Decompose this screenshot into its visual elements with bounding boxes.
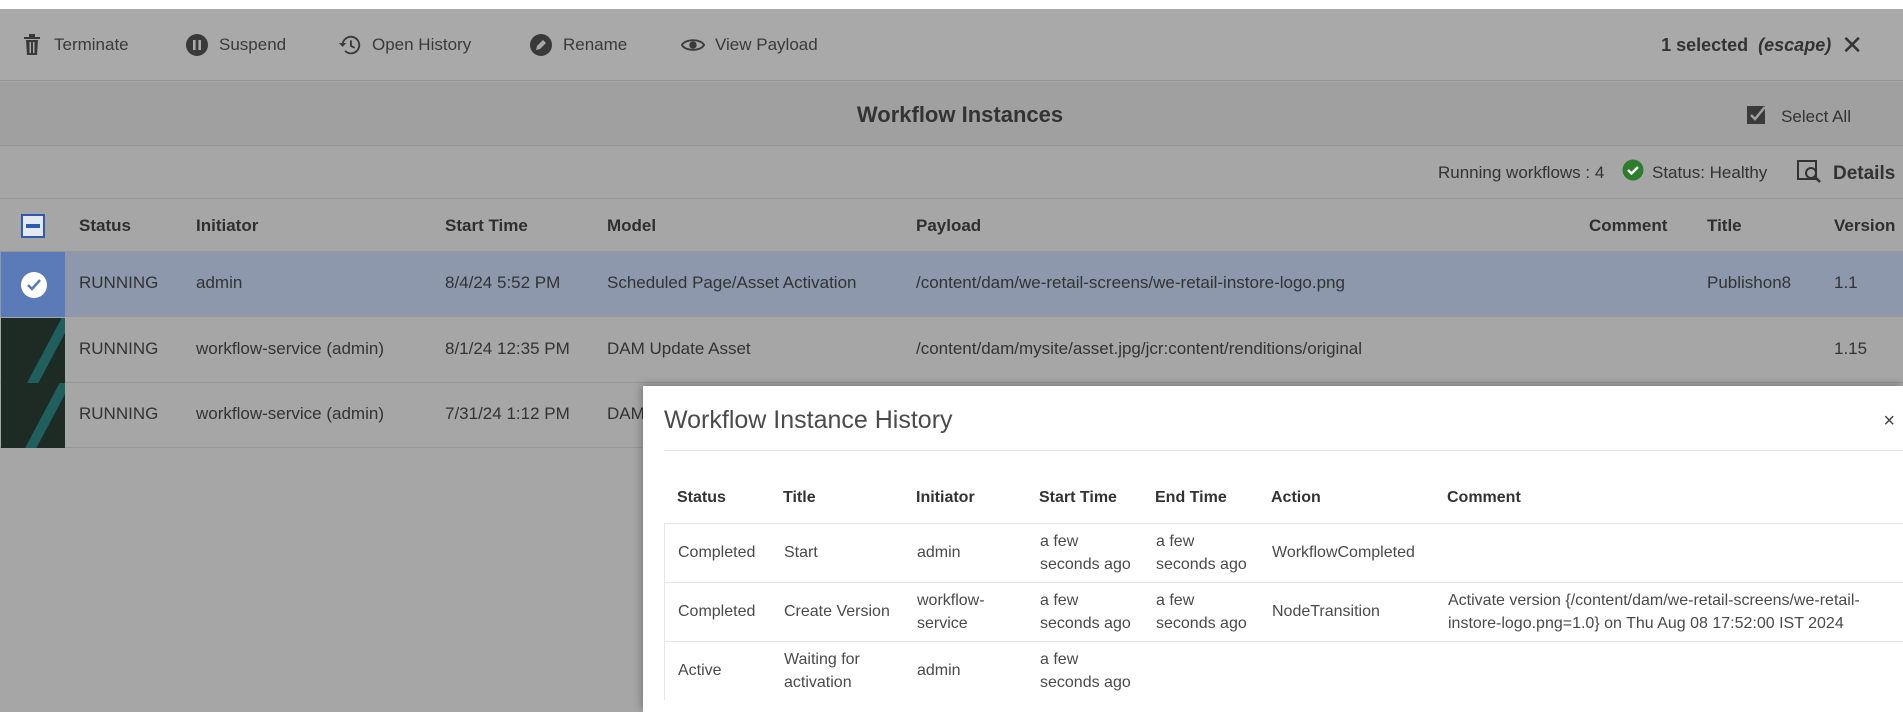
close-selection-icon[interactable]: ✕ — [1841, 32, 1863, 58]
col-model[interactable]: Model — [607, 216, 656, 236]
history-initiator: admin — [917, 662, 961, 679]
row-model: DAM Update Asset — [607, 339, 751, 358]
col-version[interactable]: Version — [1834, 216, 1895, 236]
pencil-icon — [529, 33, 553, 57]
select-all-button[interactable]: Select All — [1745, 102, 1851, 131]
row-initiator: workflow-service (admin) — [196, 339, 384, 358]
top-edge — [0, 0, 1903, 9]
trash-icon — [20, 33, 44, 57]
terminate-label: Terminate — [54, 35, 129, 54]
row-title: Publishon8 — [1707, 273, 1792, 292]
table-row[interactable]: RUNNING workflow-service (admin) 8/1/24 … — [0, 318, 1903, 383]
row-start-time: 8/4/24 5:52 PM — [445, 273, 561, 292]
dialog-title: Workflow Instance History — [664, 406, 953, 434]
suspend-button[interactable]: Suspend — [185, 25, 286, 65]
action-bar: Terminate Suspend Open History Rename Vi… — [0, 9, 1903, 81]
select-all-checkbox[interactable] — [21, 214, 45, 238]
health-label: Status: Healthy — [1652, 162, 1768, 182]
history-icon — [338, 33, 362, 57]
row-status: RUNNING — [79, 404, 159, 423]
suspend-label: Suspend — [219, 35, 287, 54]
col-start-time[interactable]: Start Time — [445, 216, 528, 236]
row-thumbnail[interactable] — [1, 318, 65, 383]
history-end-time: a few seconds ago — [1156, 592, 1247, 632]
history-initiator: workflow-service — [917, 592, 985, 632]
row-initiator: workflow-service (admin) — [196, 404, 384, 423]
history-col-title: Title — [783, 489, 816, 506]
history-col-initiator: Initiator — [916, 489, 975, 506]
history-status: Active — [678, 662, 722, 679]
table-header: Status Initiator Start Time Model Payloa… — [0, 200, 1903, 252]
history-title: Waiting for activation — [784, 651, 860, 691]
eye-icon — [681, 33, 705, 57]
checkmark-icon — [21, 272, 47, 298]
row-thumbnail[interactable] — [1, 252, 65, 317]
history-col-end-time: End Time — [1155, 489, 1227, 506]
details-label: Details — [1833, 163, 1896, 184]
row-status: RUNNING — [79, 339, 159, 358]
health-status: Status: Healthy — [1622, 159, 1767, 186]
row-model: DAM — [607, 404, 645, 423]
history-start-time: a few seconds ago — [1040, 592, 1131, 632]
row-model: Scheduled Page/Asset Activation — [607, 273, 857, 292]
history-col-comment: Comment — [1447, 489, 1521, 506]
selection-count: 1 selected — [1661, 34, 1749, 55]
rename-button[interactable]: Rename — [529, 25, 627, 65]
title-bar: Workflow Instances Select All — [0, 82, 1903, 146]
select-all-icon — [1745, 102, 1769, 131]
view-payload-button[interactable]: View Payload — [681, 25, 818, 65]
col-status[interactable]: Status — [79, 216, 131, 236]
row-start-time: 7/31/24 1:12 PM — [445, 404, 570, 423]
close-dialog-icon[interactable]: × — [1883, 410, 1895, 433]
dialog-divider — [664, 450, 1903, 451]
open-history-button[interactable]: Open History — [338, 25, 471, 65]
history-row: Completed Start admin a few seconds ago a… — [664, 523, 1903, 582]
selection-info: 1 selected (escape) ✕ — [1661, 9, 1863, 81]
row-start-time: 8/1/24 12:35 PM — [445, 339, 570, 358]
escape-hint: (escape) — [1758, 34, 1832, 55]
col-initiator[interactable]: Initiator — [196, 216, 258, 236]
row-thumbnail[interactable] — [1, 383, 65, 448]
history-title: Create Version — [784, 603, 890, 620]
status-bar: Running workflows : 4 Status: Healthy De… — [0, 147, 1903, 199]
details-button[interactable]: Details — [1797, 159, 1895, 189]
col-comment[interactable]: Comment — [1589, 216, 1667, 236]
table-row[interactable]: RUNNING admin 8/4/24 5:52 PM Scheduled P… — [0, 252, 1903, 317]
history-col-start-time: Start Time — [1039, 489, 1117, 506]
check-circle-icon — [1622, 159, 1644, 186]
history-title: Start — [784, 544, 818, 561]
row-payload: /content/dam/we-retail-screens/we-retail… — [916, 273, 1345, 292]
running-workflows-count: Running workflows : 4 — [1438, 163, 1605, 182]
history-col-status: Status — [677, 489, 726, 506]
row-initiator: admin — [196, 273, 243, 292]
inspect-icon — [1797, 159, 1823, 189]
history-end-time: a few seconds ago — [1156, 533, 1247, 573]
col-payload[interactable]: Payload — [916, 216, 981, 236]
row-version: 1.1 — [1834, 273, 1858, 292]
history-action: NodeTransition — [1272, 603, 1380, 620]
history-row: Completed Create Version workflow-servic… — [664, 582, 1903, 641]
workflow-history-dialog: Workflow Instance History × Status Title… — [643, 386, 1903, 712]
page-title: Workflow Instances — [856, 102, 1064, 127]
history-comment: Activate version {/content/dam/we-retail… — [1448, 592, 1860, 632]
history-start-time: a few seconds ago — [1040, 651, 1131, 691]
history-action: WorkflowCompleted — [1272, 544, 1415, 561]
history-start-time: a few seconds ago — [1040, 533, 1131, 573]
row-version: 1.15 — [1834, 339, 1868, 358]
history-row: Active Waiting for activation admin a few… — [664, 641, 1903, 700]
rename-label: Rename — [563, 35, 628, 54]
view-payload-label: View Payload — [715, 35, 818, 54]
row-payload: /content/dam/mysite/asset.jpg/jcr:conten… — [916, 339, 1363, 358]
history-status: Completed — [678, 544, 756, 561]
select-all-label: Select All — [1781, 106, 1851, 126]
col-title[interactable]: Title — [1707, 216, 1742, 236]
open-history-label: Open History — [372, 35, 472, 54]
history-col-action: Action — [1271, 489, 1321, 506]
terminate-button[interactable]: Terminate — [20, 25, 129, 65]
pause-icon — [185, 33, 209, 57]
history-initiator: admin — [917, 544, 961, 561]
row-status: RUNNING — [79, 273, 159, 292]
history-status: Completed — [678, 603, 756, 620]
